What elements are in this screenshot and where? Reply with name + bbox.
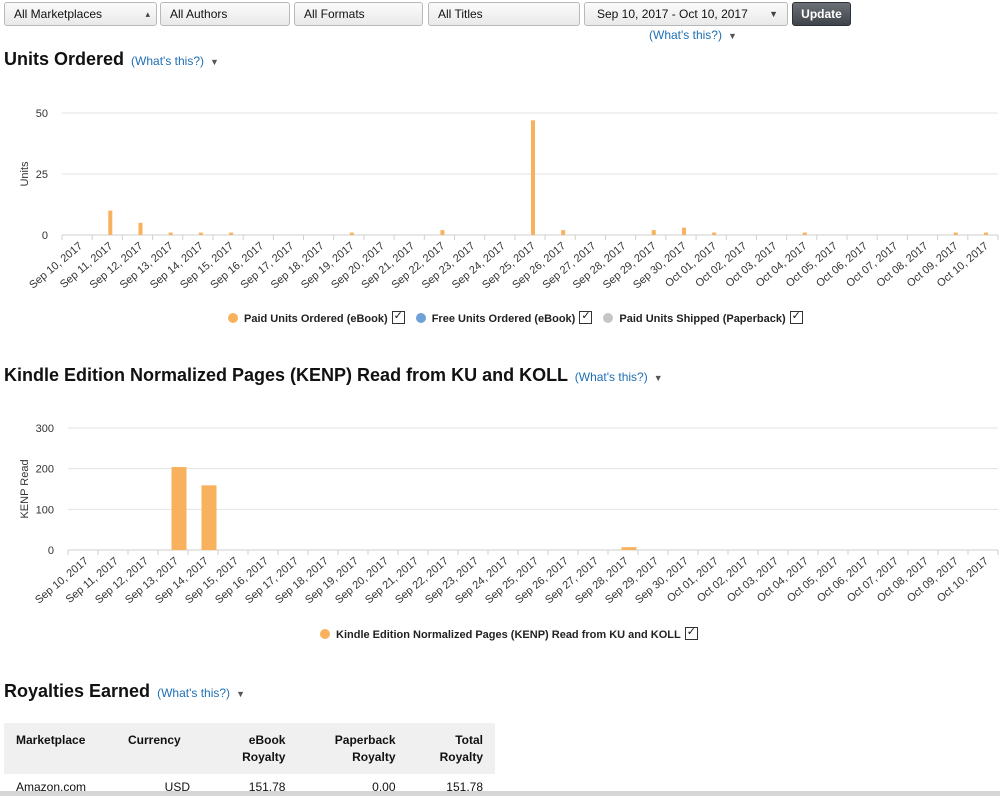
units-legend: Paid Units Ordered (eBook) Free Units Or…: [228, 309, 811, 325]
kenp-legend: Kindle Edition Normalized Pages (KENP) R…: [320, 625, 706, 641]
legend-item-paid-units: Paid Units Ordered (eBook): [228, 309, 405, 325]
legend-checkbox[interactable]: [684, 625, 698, 640]
authors-select[interactable]: All Authors: [160, 2, 290, 26]
column-header-ebook-royalty: eBook Royalty: [210, 723, 298, 774]
dropdown-caret-icon: ▼: [769, 9, 778, 19]
kenp-chart: 0100200300KENP ReadSep 10, 2017Sep 11, 2…: [19, 423, 999, 606]
y-tick-label: 0: [42, 230, 48, 242]
legend-dot-icon: [603, 313, 614, 323]
legend-label: Paid Units Ordered (eBook): [244, 313, 388, 325]
cell-marketplace: Amazon.com: [16, 780, 87, 794]
dropdown-caret-icon: ▼: [236, 689, 245, 699]
authors-select-value: All Authors: [170, 7, 228, 21]
chart-bar: [651, 230, 656, 235]
horizontal-scrollbar[interactable]: [0, 791, 1000, 796]
legend-item-paperback-units: Paid Units Shipped (Paperback): [603, 309, 803, 325]
date-range-value: Sep 10, 2017 - Oct 10, 2017: [597, 7, 748, 21]
chart-bar: [168, 232, 173, 235]
cell-currency: USD: [164, 780, 190, 794]
chart-bar: [171, 467, 187, 550]
units-ordered-title: Units Ordered: [4, 49, 125, 69]
y-tick-label: 100: [36, 504, 54, 516]
header-line: Currency: [128, 733, 181, 747]
legend-dot-icon: [415, 313, 426, 323]
y-axis-label: Units: [19, 161, 31, 187]
header-line: Paperback: [334, 733, 396, 747]
royalties-whats-this-link[interactable]: (What's this?): [157, 686, 230, 700]
chart-bar: [712, 232, 717, 235]
date-range-select[interactable]: Sep 10, 2017 - Oct 10, 2017 ▼: [584, 2, 788, 26]
titles-select[interactable]: All Titles: [428, 2, 580, 26]
marketplace-select-value: All Marketplaces: [14, 7, 103, 21]
cell-total-royalty: 151.78: [446, 780, 483, 794]
column-header-currency: Currency: [116, 723, 210, 774]
units-whats-this-link[interactable]: (What's this?): [131, 54, 204, 68]
chart-bar: [621, 547, 637, 550]
royalties-table: Marketplace Currency eBook Royalty Paperb…: [4, 723, 495, 800]
legend-checkbox[interactable]: [391, 309, 405, 324]
cell-paperback-royalty: 0.00: [372, 780, 396, 794]
chart-bar: [108, 210, 113, 235]
header-line: Royalty: [352, 750, 396, 764]
column-header-total-royalty: Total Royalty: [407, 723, 495, 774]
units-ordered-heading: Units Ordered (What's this?) ▼: [4, 49, 219, 70]
kenp-whats-this-link[interactable]: (What's this?): [575, 370, 648, 384]
royalties-title: Royalties Earned: [4, 681, 151, 701]
dropdown-caret-icon: ▼: [210, 57, 219, 67]
chart-bar: [440, 230, 445, 235]
column-header-marketplace: Marketplace: [4, 723, 116, 774]
filters-whats-this-link[interactable]: (What's this?) ▼: [649, 28, 737, 42]
legend-checkbox[interactable]: [789, 309, 803, 324]
chart-bar: [349, 232, 354, 235]
y-tick-label: 25: [36, 169, 48, 181]
header-line: Total: [455, 733, 483, 747]
legend-label: Free Units Ordered (eBook): [431, 313, 576, 325]
formats-select-value: All Formats: [304, 7, 365, 21]
chart-bar: [983, 232, 988, 235]
kenp-heading: Kindle Edition Normalized Pages (KENP) R…: [4, 365, 663, 386]
chart-bar: [201, 485, 217, 550]
dropdown-caret-icon: ▼: [653, 373, 663, 383]
y-tick-label: 200: [36, 464, 54, 476]
header-line: eBook: [248, 733, 286, 747]
header-line: Royalty: [439, 750, 483, 764]
table-row: Amazon.com USD 151.78 0.00 151.78: [4, 774, 495, 800]
legend-item-kenp: Kindle Edition Normalized Pages (KENP) R…: [320, 625, 698, 641]
filter-bar: All Marketplaces ▴︎ All Authors All Form…: [0, 0, 1000, 30]
chart-bar: [561, 230, 566, 235]
y-tick-label: 50: [36, 108, 48, 120]
royalties-heading: Royalties Earned (What's this?) ▼: [4, 681, 245, 702]
chart-bar: [138, 222, 143, 235]
chart-bar: [802, 232, 807, 235]
filters-whats-this-text: (What's this?): [649, 28, 722, 42]
up-down-chevron-icon: ▴︎: [145, 9, 150, 19]
chart-bar: [953, 232, 958, 235]
cell-ebook-royalty: 151.78: [248, 780, 286, 794]
units-ordered-chart: 02550UnitsSep 10, 2017Sep 11, 2017Sep 12…: [19, 108, 999, 291]
marketplace-select[interactable]: All Marketplaces ▴︎: [4, 2, 157, 26]
legend-label: Paid Units Shipped (Paperback): [619, 313, 786, 325]
formats-select[interactable]: All Formats: [294, 2, 423, 26]
header-line: Marketplace: [16, 733, 86, 747]
y-axis-label: KENP Read: [19, 459, 31, 518]
chart-bar: [229, 232, 234, 235]
update-button[interactable]: Update: [792, 2, 851, 26]
legend-dot-icon: [320, 629, 330, 639]
legend-checkbox[interactable]: [579, 309, 593, 324]
titles-select-value: All Titles: [438, 7, 483, 21]
chart-bar: [681, 227, 686, 235]
legend-item-free-units: Free Units Ordered (eBook): [415, 309, 593, 325]
y-tick-label: 300: [36, 423, 54, 435]
dropdown-caret-icon: ▼: [727, 31, 737, 41]
chart-bar: [531, 120, 535, 235]
legend-dot-icon: [228, 313, 238, 323]
column-header-paperback-royalty: Paperback Royalty: [297, 723, 408, 774]
header-line: Royalty: [242, 750, 286, 764]
chart-bar: [198, 232, 203, 235]
y-tick-label: 0: [48, 545, 54, 557]
kenp-title: Kindle Edition Normalized Pages (KENP) R…: [4, 365, 568, 385]
legend-label: Kindle Edition Normalized Pages (KENP) R…: [336, 629, 681, 641]
table-header-row: Marketplace Currency eBook Royalty Paperb…: [4, 723, 495, 774]
